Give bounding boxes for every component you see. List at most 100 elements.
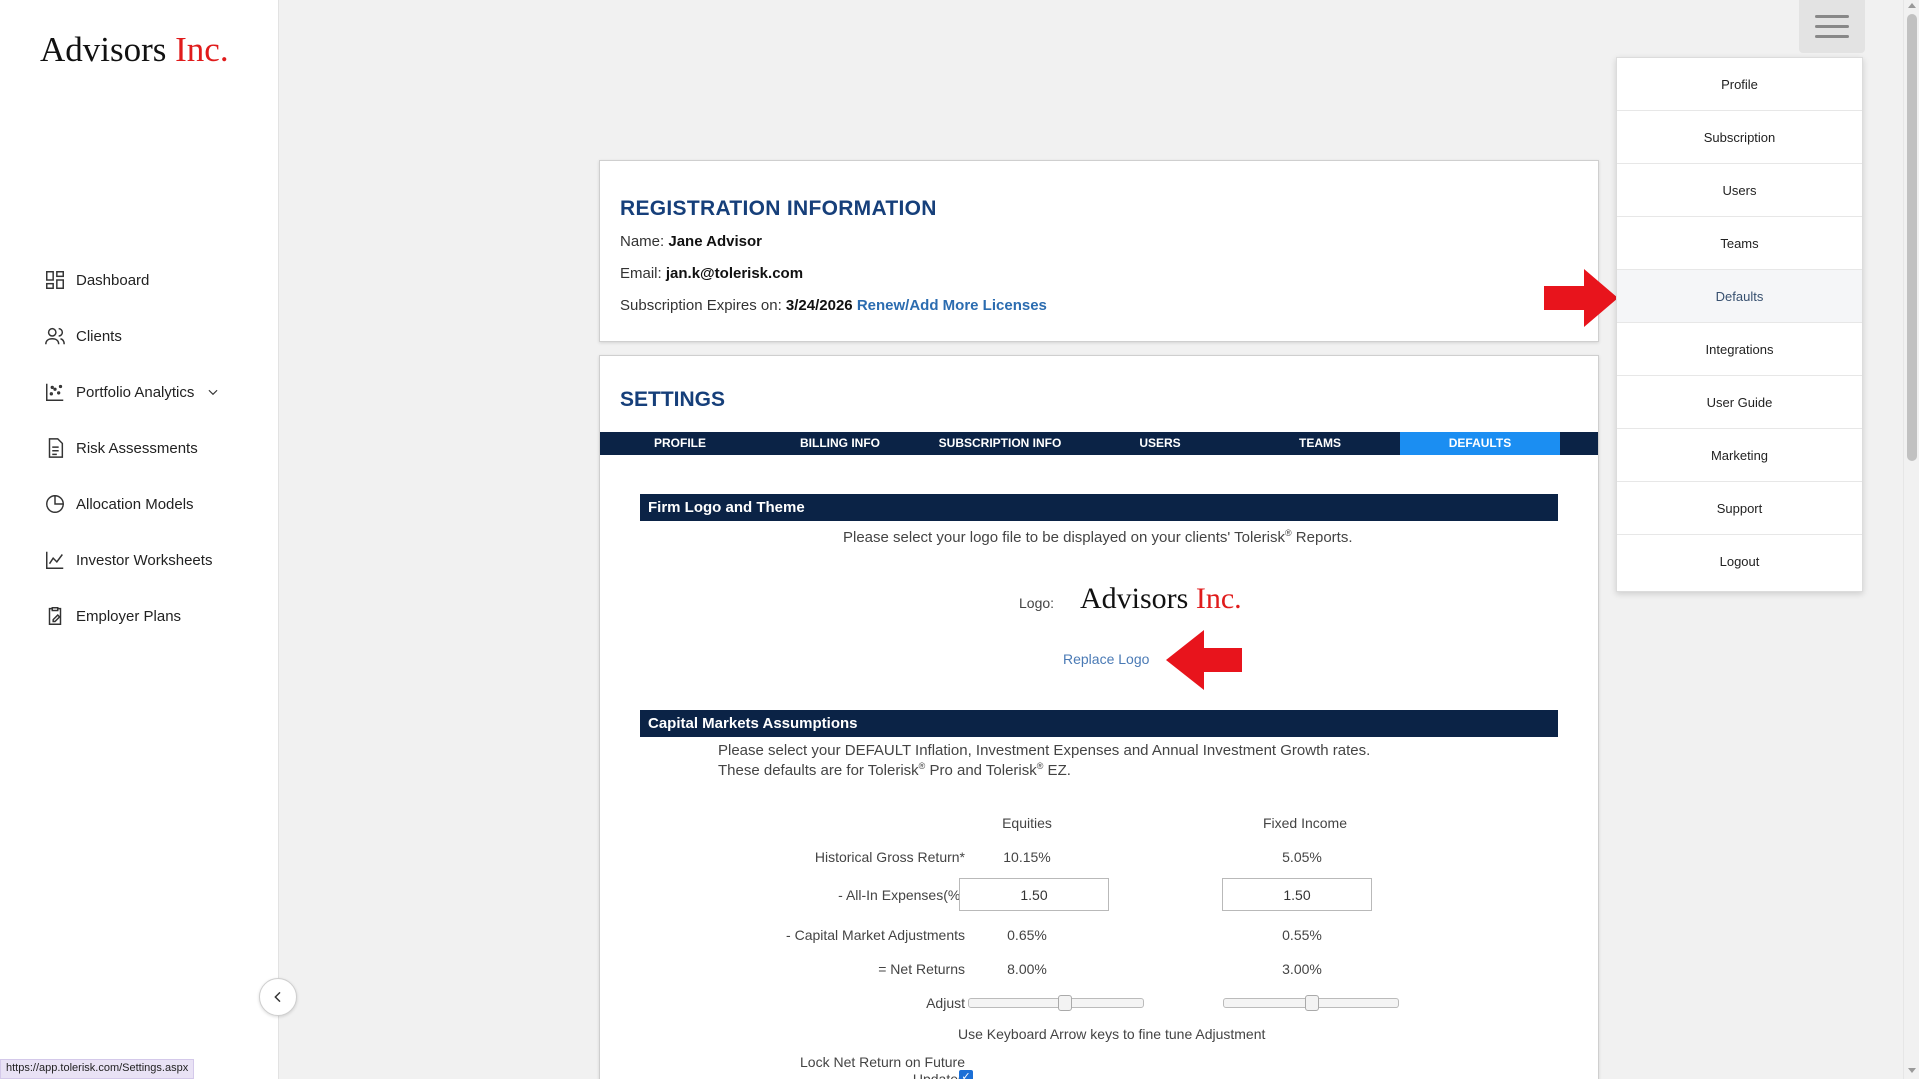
email-value: jan.k@tolerisk.com — [665, 265, 804, 282]
tab-profile[interactable]: PROFILE — [600, 432, 760, 455]
sidebar-item-employer-plans[interactable]: Employer Plans — [0, 588, 279, 644]
menu-item-marketing[interactable]: Marketing — [1617, 429, 1862, 482]
registration-name-row: Name: Jane Advisor — [620, 233, 762, 250]
scrollbar-thumb[interactable] — [1907, 14, 1917, 461]
menu-item-teams[interactable]: Teams — [1617, 217, 1862, 270]
equities-column-header: Equities — [1002, 815, 1052, 831]
net-returns-fixed-income-value: 3.00% — [1282, 961, 1322, 977]
menu-item-subscription[interactable]: Subscription — [1617, 111, 1862, 164]
registration-email-row: Email: jan.k@tolerisk.com — [620, 265, 803, 282]
brand-suffix: Inc. — [175, 30, 229, 69]
sidebar-item-investor-worksheets[interactable]: Investor Worksheets — [0, 532, 279, 588]
tab-subscription-info[interactable]: SUBSCRIPTION INFO — [920, 432, 1080, 455]
fixed-income-adjust-slider[interactable] — [1223, 995, 1399, 1011]
capital-markets-section-header: Capital Markets Assumptions — [640, 710, 1558, 737]
menu-item-logout[interactable]: Logout — [1617, 535, 1862, 588]
hamburger-menu-icon — [1815, 15, 1849, 18]
menu-item-profile[interactable]: Profile — [1617, 58, 1862, 111]
lock-net-return-checkbox[interactable]: ✓ — [959, 1070, 973, 1079]
page-scrollbar[interactable] — [1903, 0, 1919, 1079]
name-label: Name: — [620, 233, 665, 250]
settings-card: SETTINGS PROFILE BILLING INFO SUBSCRIPTI… — [599, 355, 1599, 1079]
logo-name: Advisors — [1080, 582, 1189, 615]
equities-expenses-input[interactable] — [959, 878, 1109, 911]
registration-card: REGISTRATION INFORMATION Name: Jane Advi… — [599, 160, 1599, 342]
lock-net-return-label: Lock Net Return on Future Updates — [800, 1054, 965, 1079]
logo-label: Logo: — [1019, 595, 1055, 611]
logo-note-suffix: Reports. — [1291, 529, 1353, 546]
brand-logo[interactable]: Advisors Inc. — [40, 30, 229, 70]
menu-item-support[interactable]: Support — [1617, 482, 1862, 535]
scroll-up-icon[interactable] — [1908, 3, 1916, 8]
net-returns-equities-value: 8.00% — [1007, 961, 1047, 977]
status-bar-url: https://app.tolerisk.com/Settings.aspx — [0, 1059, 195, 1079]
fixed-income-expenses-input[interactable] — [1222, 878, 1372, 911]
expires-label: Subscription Expires on: — [620, 297, 782, 314]
settings-tabs: PROFILE BILLING INFO SUBSCRIPTION INFO U… — [600, 432, 1598, 455]
sidebar-item-label: Employer Plans — [76, 607, 182, 625]
sidebar-item-label: Risk Assessments — [76, 439, 198, 457]
replace-logo-link[interactable]: Replace Logo — [1063, 651, 1149, 667]
tab-users[interactable]: USERS — [1080, 432, 1240, 455]
sidebar-item-clients[interactable]: Clients — [0, 308, 279, 364]
cma-note-b: Pro and Tolerisk — [925, 762, 1037, 779]
collapse-sidebar-button[interactable] — [259, 978, 297, 1016]
tab-defaults[interactable]: DEFAULTS — [1400, 432, 1560, 455]
cma-fixed-income-value: 0.55% — [1282, 927, 1322, 943]
logo-note-text: Please select your logo file to be displ… — [843, 529, 1285, 546]
left-arrow-annotation-icon — [1166, 630, 1242, 690]
fixed-income-slider-thumb[interactable] — [1305, 995, 1319, 1011]
cma-note-c: EZ. — [1043, 762, 1071, 779]
sidebar-item-label: Allocation Models — [76, 495, 194, 513]
scroll-down-icon[interactable] — [1908, 1068, 1916, 1073]
registration-title: REGISTRATION INFORMATION — [620, 197, 937, 220]
historical-gross-return-label: Historical Gross Return* — [814, 849, 965, 865]
sidebar: Advisors Inc. Dashboard Clients Portfoli… — [0, 0, 297, 1079]
sidebar-item-risk-assessments[interactable]: Risk Assessments — [0, 420, 279, 476]
expires-value: 3/24/2026 — [785, 297, 853, 314]
registration-expires-row: Subscription Expires on: 3/24/2026 Renew… — [620, 297, 1047, 314]
fixed-income-column-header: Fixed Income — [1262, 815, 1348, 831]
right-arrow-annotation-icon — [1544, 269, 1618, 327]
hamburger-menu-button[interactable] — [1799, 0, 1865, 53]
scatter-chart-icon — [46, 383, 64, 401]
cma-instructions-line2: These defaults are for Tolerisk® Pro and… — [718, 761, 1071, 779]
adjust-label: Adjust — [926, 995, 965, 1011]
historical-equities-value: 10.15% — [1003, 849, 1051, 865]
document-icon — [48, 438, 64, 458]
brand-name: Advisors — [40, 30, 167, 69]
menu-item-defaults[interactable]: Defaults — [1617, 270, 1862, 323]
menu-item-users[interactable]: Users — [1617, 164, 1862, 217]
cma-instructions-line1: Please select your DEFAULT Inflation, In… — [718, 742, 1371, 759]
email-label: Email: — [620, 265, 662, 282]
equities-slider-thumb[interactable] — [1058, 995, 1073, 1011]
keyboard-adjust-hint: Use Keyboard Arrow keys to fine tune Adj… — [958, 1026, 1266, 1042]
renew-licenses-link[interactable]: Renew/Add More Licenses — [857, 297, 1047, 314]
clipboard-edit-icon — [48, 607, 62, 625]
tab-billing-info[interactable]: BILLING INFO — [760, 432, 920, 455]
firm-logo-preview: Advisors Inc. — [1080, 582, 1242, 616]
cma-note-a: These defaults are for Tolerisk — [718, 762, 919, 779]
tab-teams[interactable]: TEAMS — [1240, 432, 1400, 455]
chevron-left-icon — [274, 991, 281, 1003]
sidebar-item-portfolio-analytics[interactable]: Portfolio Analytics — [0, 364, 279, 420]
sidebar-item-dashboard[interactable]: Dashboard — [0, 252, 279, 308]
logo-suffix: Inc. — [1195, 582, 1242, 615]
logo-instructions: Please select your logo file to be displ… — [843, 528, 1353, 546]
cma-equities-value: 0.65% — [1007, 927, 1047, 943]
sidebar-nav: Dashboard Clients Portfolio Analytics Ri… — [0, 252, 279, 644]
name-value: Jane Advisor — [668, 233, 763, 250]
chevron-down-icon[interactable] — [206, 385, 220, 399]
pie-chart-icon — [46, 495, 64, 513]
sidebar-item-label: Portfolio Analytics — [76, 383, 195, 401]
registered-mark: ® — [1285, 528, 1292, 538]
settings-title: SETTINGS — [620, 388, 726, 411]
historical-fixed-income-value: 5.05% — [1282, 849, 1322, 865]
users-icon — [45, 327, 65, 345]
menu-item-user-guide[interactable]: User Guide — [1617, 376, 1862, 429]
all-in-expenses-label: - All-In Expenses(%) — [838, 887, 965, 903]
menu-item-integrations[interactable]: Integrations — [1617, 323, 1862, 376]
hamburger-line — [1815, 35, 1849, 38]
sidebar-item-allocation-models[interactable]: Allocation Models — [0, 476, 279, 532]
equities-adjust-slider[interactable] — [968, 995, 1144, 1011]
